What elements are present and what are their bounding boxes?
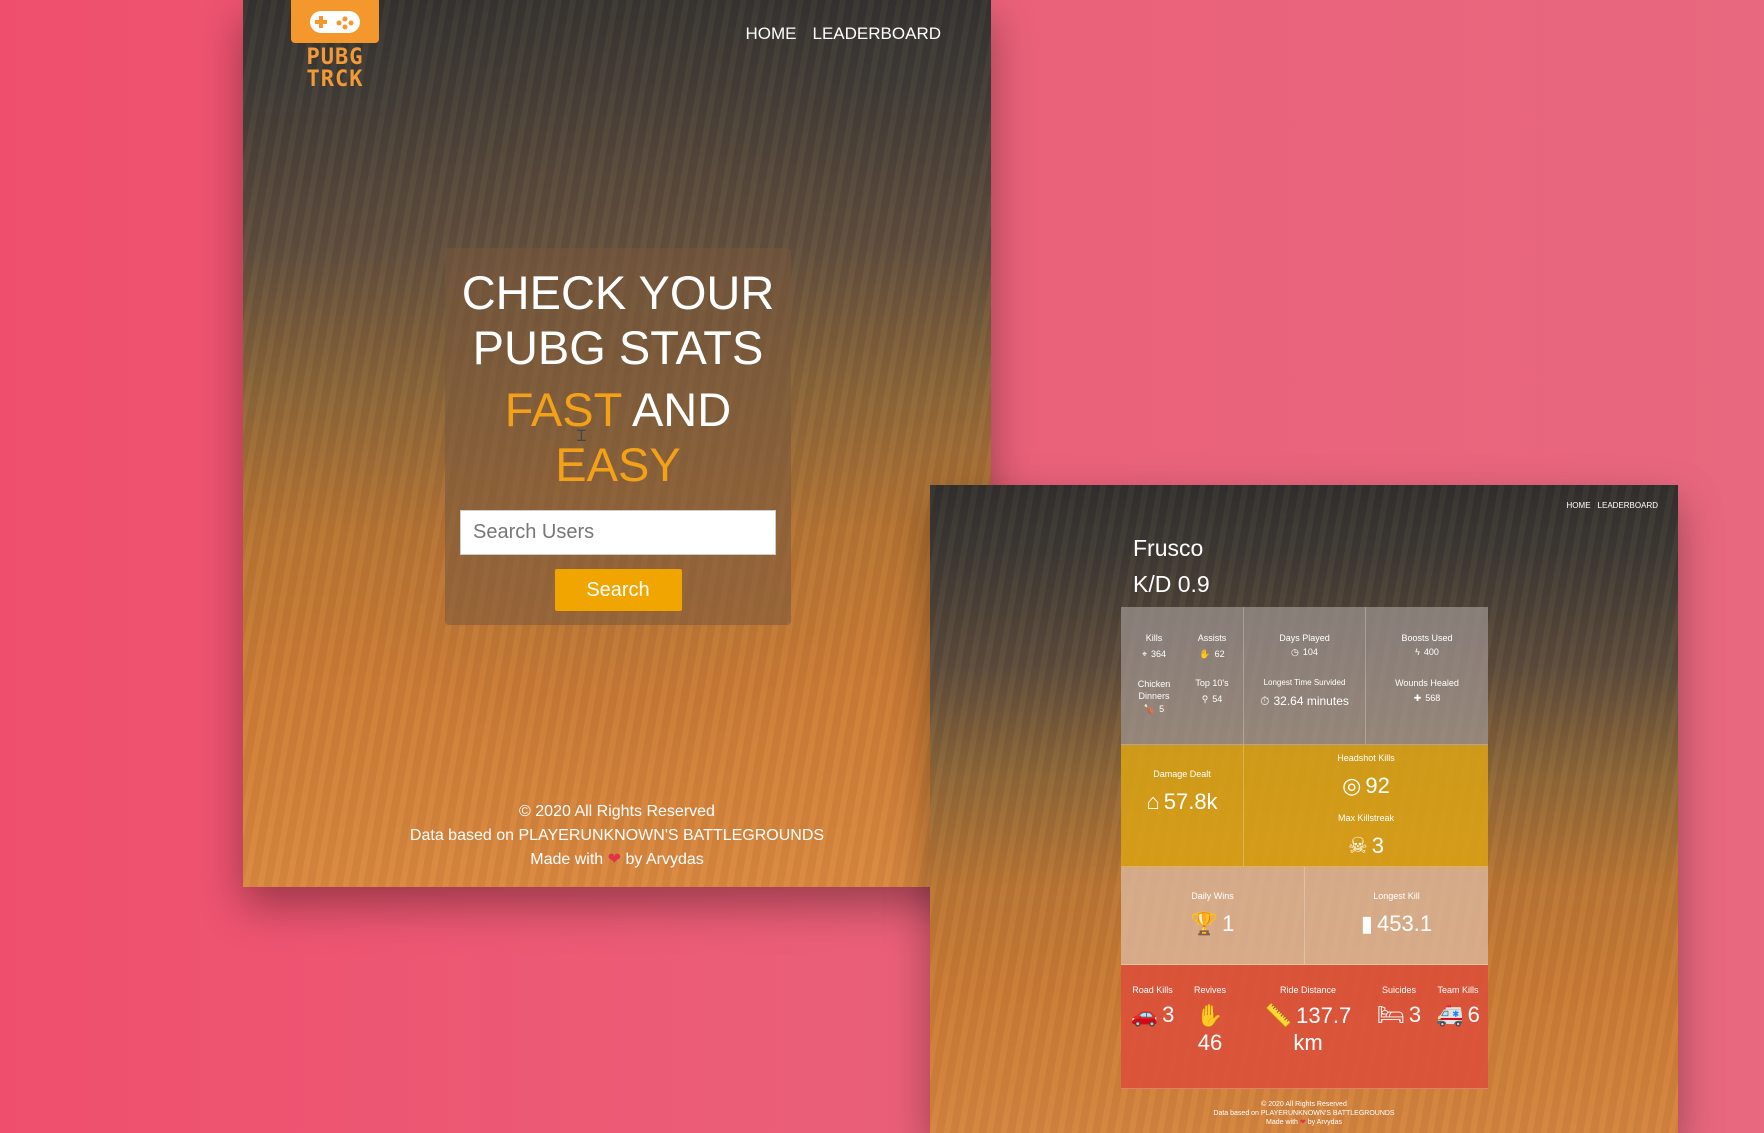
hand-holding-icon: ✋ [1196,1003,1224,1028]
first-aid-icon: ✚ [1413,693,1422,703]
road-kills-stat: 🚗 3 [1130,1002,1175,1027]
damage-stat: ⌂ 57.8k [1146,789,1218,814]
bed-icon: 🛏 [1376,1002,1405,1027]
days-played-stat: ◷ 104 [1291,647,1318,657]
target-icon: ◎ [1342,773,1362,798]
vehicle-stats-cell: Road Kills 🚗 3 Revives ✋ 46 Ride Distance … [1121,965,1488,1089]
longest-kill-cell: Longest Kill ▮ 453.1 [1305,867,1488,965]
drumstick-icon: 🍗 [1143,704,1156,714]
nav-home[interactable]: HOME [746,24,797,44]
top10-stat: ⚲ 54 [1201,694,1223,704]
headshot-cell: Headshot Kills ◎ 92 Max Killstreak ☠ 3 [1244,745,1488,867]
kd-ratio: K/D 0.9 [1133,571,1210,597]
nav-home[interactable]: HOME [1567,501,1591,510]
longest-kill-stat: ▮ 453.1 [1360,911,1433,936]
wounds-healed-stat: ✚ 568 [1413,693,1441,703]
heal-stats-cell: Boosts Used ϟ 400 Wounds Healed ✚ 568 [1366,607,1488,745]
time-stats-cell: Days Played ◷ 104 Longest Time Survided ⏱… [1244,607,1366,745]
top-nav: HOME LEADERBOARD [1567,501,1658,510]
team-kills-stat: 🚑 6 [1436,1002,1480,1027]
footer: © 2020 All Rights Reserved Data based on… [1213,1101,1395,1126]
search-input[interactable] [460,510,776,555]
medal-icon: ⚲ [1201,694,1209,704]
bolt-icon: ϟ [1415,647,1420,657]
player-name: Frusco [1133,535,1204,561]
suicides-stat: 🛏 3 [1376,1002,1422,1027]
ride-distance-stat: 📏 137.7 km [1264,1003,1352,1055]
search-button[interactable]: Search [554,569,682,611]
trophy-icon: 🏆 [1190,911,1219,936]
boosts-stat: ϟ 400 [1415,647,1439,657]
nav-leaderboard[interactable]: LEADERBOARD [1598,501,1658,510]
logo-text: PUBG TRCK [306,45,364,92]
hero-heading: CHECK YOUR PUBG STATS [461,266,775,374]
daily-wins-cell: Daily Wins 🏆 1 [1121,867,1305,965]
nav-leaderboard[interactable]: LEADERBOARD [813,24,941,44]
killstreak-stat: ☠ 3 [1348,833,1384,858]
car-crash-icon: 🚗 [1130,1002,1159,1027]
heart-icon: ❤ [1299,1119,1306,1126]
crosshair-icon: ⌖ [1141,649,1148,659]
damage-cell: Damage Dealt ⌂ 57.8k [1121,745,1244,867]
heart-icon: ❤ [607,851,622,868]
combat-stats-cell: Kills ⌖ 364 Assists ✋ 62 Chicken Dinners 🍗… [1121,607,1244,745]
headshot-stat: ◎ 92 [1342,773,1390,798]
landing-window: PUBG TRCK HOME LEADERBOARD CHECK YOUR PU… [243,0,991,887]
ruler-icon: 📏 [1264,1003,1293,1028]
longest-time-stat: ⏱ 32.64 minutes [1260,694,1349,708]
assists-stat: ✋ 62 [1199,649,1225,659]
footer: © 2020 All Rights Reserved Data based on… [409,803,825,868]
stopwatch-icon: ⏱ [1260,694,1270,708]
logo[interactable]: PUBG TRCK [291,0,379,91]
daily-wins-stat: 🏆 1 [1190,911,1235,936]
revives-stat: ✋ 46 [1185,1002,1235,1056]
kills-stat: ⌖ 364 [1141,649,1167,659]
house-icon: ⌂ [1146,789,1160,814]
ruler-icon: ▮ [1360,911,1374,936]
hero-card: CHECK YOUR PUBG STATS FAST AND EASY Sear… [445,248,791,625]
profile-window: HOME LEADERBOARD Frusco K/D 0.9 Kills ⌖ 3… [930,485,1678,1133]
text-cursor-icon: Ɪ [577,426,586,445]
handshake-icon: ✋ [1199,649,1211,659]
ambulance-icon: 🚑 [1436,1002,1464,1027]
clock-icon: ◷ [1291,647,1299,657]
gamepad-icon [291,0,379,43]
hero-subheading: FAST AND EASY [504,383,732,491]
chicken-dinners-stat: 🍗 5 [1143,704,1165,714]
stats-grid: Kills ⌖ 364 Assists ✋ 62 Chicken Dinners 🍗… [1121,607,1488,1089]
top-nav: HOME LEADERBOARD [746,24,941,44]
skull-icon: ☠ [1348,833,1368,858]
